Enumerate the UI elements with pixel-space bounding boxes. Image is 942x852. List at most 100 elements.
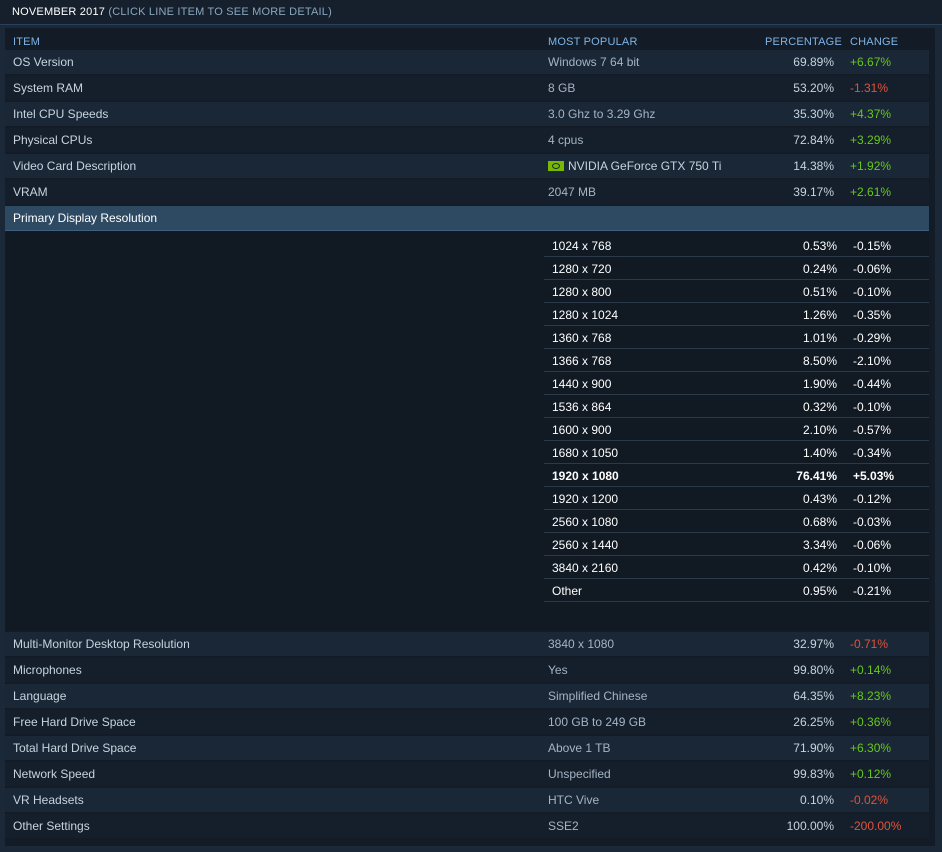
row-most-popular: 100 GB to 249 GB (548, 710, 646, 734)
resolution-row: 2560 x 1080 0.68% -0.03% (544, 511, 929, 533)
row-most-popular-value: Above 1 TB (548, 741, 611, 755)
resolution-row: 1680 x 1050 1.40% -0.34% (544, 442, 929, 464)
row-item-label: Multi-Monitor Desktop Resolution (13, 637, 190, 651)
row-item-label: Free Hard Drive Space (13, 715, 136, 729)
resolution-percentage: 1.01% (802, 331, 837, 345)
section-label: Primary Display Resolution (13, 211, 158, 225)
row-most-popular-value: SSE2 (548, 819, 579, 833)
resolution-row: 1440 x 900 1.90% -0.44% (544, 373, 929, 395)
row-percentage: 99.83% (793, 767, 834, 781)
table-row[interactable]: Total Hard Drive Space Above 1 TB 71.90% +6… (5, 736, 929, 760)
resolution-name: 2560 x 1080 (552, 515, 619, 529)
resolution-row: 1920 x 1200 0.43% -0.12% (544, 488, 929, 510)
resolution-name: 1920 x 1200 (552, 492, 619, 506)
resolution-name: 1600 x 900 (552, 423, 612, 437)
table-row[interactable]: System RAM 8 GB 53.20% -1.31% (5, 76, 929, 100)
resolution-change: -0.21% (853, 584, 892, 598)
resolution-name: 1360 x 768 (552, 331, 612, 345)
row-change: -1.31% (850, 81, 889, 95)
row-item-label: Other Settings (13, 819, 90, 833)
resolution-detail-panel: 1024 x 768 0.53% -0.15% 1280 x 720 0.24% -0.0… (5, 231, 929, 631)
resolution-name: 1680 x 1050 (552, 446, 619, 460)
table-row[interactable]: Intel CPU Speeds 3.0 Ghz to 3.29 Ghz 35.30… (5, 102, 929, 126)
row-most-popular: SSE2 (548, 814, 579, 838)
table-row[interactable]: Free Hard Drive Space 100 GB to 249 GB 26.… (5, 710, 929, 734)
table-row[interactable]: Video Card Description NVIDIA GeForce GTX… (5, 154, 929, 178)
table-row[interactable]: Physical CPUs 4 cpus 72.84% +3.29% (5, 128, 929, 152)
row-change: +6.67% (850, 55, 892, 69)
table-row[interactable]: Microphones Yes 99.80% +0.14% (5, 658, 929, 682)
row-percentage: 32.97% (793, 637, 834, 651)
column-header-percentage: PERCENTAGE (765, 36, 842, 48)
row-most-popular-value: Unspecified (548, 767, 611, 781)
table-row[interactable]: Network Speed Unspecified 99.83% +0.12% (5, 762, 929, 786)
hardware-survey-table: ITEM MOST POPULAR PERCENTAGE CHANGE OS V… (5, 28, 935, 846)
row-change: -200.00% (850, 819, 902, 833)
resolution-change: -0.12% (853, 492, 892, 506)
row-percentage: 71.90% (793, 741, 834, 755)
table-row[interactable]: Multi-Monitor Desktop Resolution 3840 x 1… (5, 632, 929, 656)
resolution-change: -0.10% (853, 285, 892, 299)
row-change: +3.29% (850, 133, 892, 147)
row-most-popular: Unspecified (548, 762, 611, 786)
resolution-percentage: 0.53% (802, 239, 837, 253)
report-title: NOVEMBER 2017 (CLICK LINE ITEM TO SEE MO… (12, 6, 332, 18)
row-most-popular-value: Simplified Chinese (548, 689, 648, 703)
resolution-percentage: 0.43% (802, 492, 837, 506)
resolution-change: -0.10% (853, 400, 892, 414)
row-change: +0.36% (850, 715, 892, 729)
resolution-change: -0.35% (853, 308, 892, 322)
row-item-label: Total Hard Drive Space (13, 741, 137, 755)
resolution-change: -0.34% (853, 446, 892, 460)
resolution-row: 3840 x 2160 0.42% -0.10% (544, 557, 929, 579)
resolution-row: 1920 x 1080 76.41% +5.03% (544, 465, 929, 487)
resolution-percentage: 1.90% (802, 377, 837, 391)
resolution-name: 1024 x 768 (552, 239, 612, 253)
resolution-row: 1280 x 720 0.24% -0.06% (544, 258, 929, 280)
resolution-change: -0.44% (853, 377, 892, 391)
row-most-popular-value: Windows 7 64 bit (548, 55, 640, 69)
resolution-row: 1366 x 768 8.50% -2.10% (544, 350, 929, 372)
resolution-change: -0.06% (853, 538, 892, 552)
column-header-most-popular: MOST POPULAR (548, 36, 638, 48)
row-most-popular-value: 4 cpus (548, 133, 584, 147)
row-most-popular: 4 cpus (548, 128, 583, 152)
row-change: +1.92% (850, 159, 892, 173)
row-item-label: VR Headsets (13, 793, 84, 807)
row-item-label: System RAM (13, 81, 84, 95)
row-most-popular: HTC Vive (548, 788, 599, 812)
row-most-popular: 2047 MB (548, 180, 596, 204)
resolution-name: 1440 x 900 (552, 377, 612, 391)
table-row[interactable]: VR Headsets HTC Vive 0.10% -0.02% (5, 788, 929, 812)
resolution-name: 3840 x 2160 (552, 561, 619, 575)
resolution-percentage: 0.51% (802, 285, 837, 299)
row-percentage: 72.84% (793, 133, 834, 147)
row-percentage: 100.00% (786, 819, 834, 833)
resolution-change: -0.29% (853, 331, 892, 345)
row-most-popular: Above 1 TB (548, 736, 610, 760)
row-most-popular-value: HTC Vive (548, 793, 600, 807)
table-row[interactable]: VRAM 2047 MB 39.17% +2.61% (5, 180, 929, 204)
section-primary-display-resolution[interactable]: Primary Display Resolution (5, 206, 929, 231)
resolution-change: -0.10% (853, 561, 892, 575)
resolution-row: 1600 x 900 2.10% -0.57% (544, 419, 929, 441)
row-change: +8.23% (850, 689, 892, 703)
table-row[interactable]: OS Version Windows 7 64 bit 69.89% +6.67% (5, 50, 929, 74)
resolution-name: 1280 x 800 (552, 285, 612, 299)
row-most-popular: NVIDIA GeForce GTX 750 Ti (548, 154, 721, 178)
table-row[interactable]: Language Simplified Chinese 64.35% +8.23% (5, 684, 929, 708)
row-most-popular: 8 GB (548, 76, 575, 100)
column-header-change: CHANGE (850, 36, 899, 48)
column-header-item: ITEM (13, 36, 41, 48)
resolution-row: 1280 x 800 0.51% -0.10% (544, 281, 929, 303)
resolution-change: -0.03% (853, 515, 892, 529)
row-item-label: OS Version (13, 55, 74, 69)
resolution-change: -0.06% (853, 262, 892, 276)
table-row[interactable]: Other Settings SSE2 100.00% -200.00% (5, 814, 929, 838)
row-most-popular-value: 3.0 Ghz to 3.29 Ghz (548, 107, 656, 121)
row-change: -0.71% (850, 637, 889, 651)
row-change: +0.12% (850, 767, 892, 781)
row-most-popular-value: 3840 x 1080 (548, 637, 615, 651)
row-most-popular: Simplified Chinese (548, 684, 647, 708)
row-percentage: 99.80% (793, 663, 834, 677)
